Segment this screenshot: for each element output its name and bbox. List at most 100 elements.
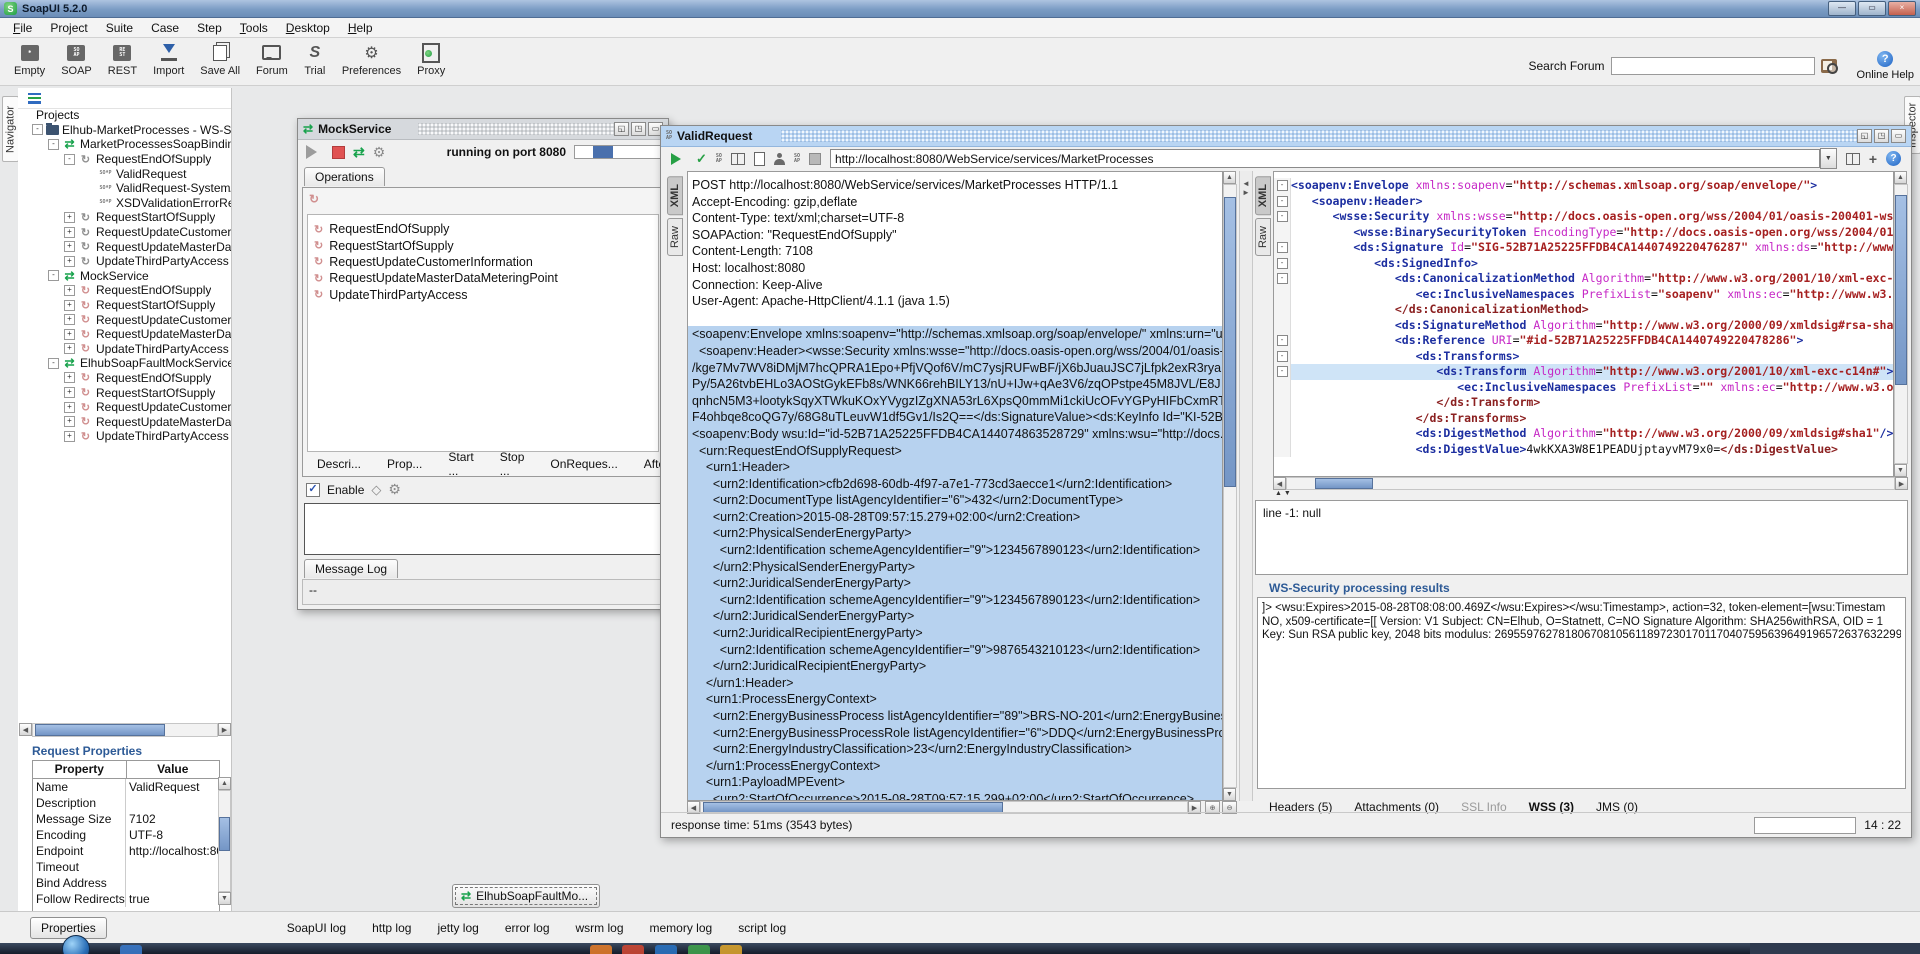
log-tab[interactable]: script log (738, 921, 786, 935)
toolbar-button[interactable]: Proxy (409, 41, 453, 79)
property-row[interactable]: Message Size 7102 (33, 811, 219, 827)
response-editor[interactable]: -<soapenv:Envelope xmlns:soapenv="http:/… (1273, 171, 1894, 477)
navigator-tab[interactable]: Navigator (2, 96, 19, 162)
tree-item[interactable]: ValidRequest-System/Securit (18, 181, 231, 196)
tree-expander[interactable]: + (64, 212, 75, 223)
taskbar-app-icon[interactable] (720, 945, 742, 954)
log-tab[interactable]: error log (505, 921, 550, 935)
toolbar-button[interactable]: RE ST REST (100, 41, 145, 79)
maximize-button[interactable]: ▭ (1858, 1, 1886, 16)
menu-item[interactable]: Suite (97, 19, 142, 37)
tree-item[interactable]: + RequestUpdateCustomerInformation (18, 225, 231, 240)
log-tab[interactable]: wsrm log (576, 921, 624, 935)
property-row[interactable]: Timeout (33, 859, 219, 875)
tree-expander[interactable]: + (64, 314, 75, 325)
toolbar-button[interactable]: Import (145, 41, 192, 79)
mock-maximize-icon[interactable]: ◳ (631, 122, 646, 136)
tree-item[interactable]: + RequestEndOfSupply (18, 283, 231, 298)
mockservice-titlebar[interactable]: ⇄ MockService ◱ ◳ ▭ (298, 119, 668, 140)
tree-expander[interactable]: + (64, 256, 75, 267)
tree-item[interactable]: Projects (18, 108, 231, 123)
toolbar-button[interactable]: S Trial (296, 41, 334, 79)
tree-item[interactable]: + UpdateThirdPartyAccess (18, 342, 231, 357)
operations-tab[interactable]: Operations (304, 167, 385, 186)
tree-expander[interactable]: + (64, 402, 75, 413)
vr-maximize-icon[interactable]: ◳ (1874, 129, 1889, 143)
error-nav-arrows[interactable]: ▲▼ (1275, 490, 1293, 497)
tree-expander[interactable]: + (64, 416, 75, 427)
tree-expander[interactable]: + (64, 300, 75, 311)
tree-expander[interactable]: + (64, 329, 75, 340)
soap-action-icon[interactable]: SO AP (716, 154, 722, 164)
endpoint-explorer-icon[interactable] (774, 153, 785, 165)
request-editor[interactable]: POST http://localhost:8080/WebService/se… (687, 171, 1223, 801)
message-log-tab[interactable]: Message Log (304, 559, 398, 578)
response-hscrollbar[interactable]: ◀ ▶ (1273, 477, 1908, 490)
split-view-icon[interactable] (731, 153, 745, 165)
tree-expander[interactable]: + (64, 372, 75, 383)
mock-stop-button[interactable] (332, 146, 345, 159)
menu-item[interactable]: File (4, 19, 41, 37)
tree-expander[interactable]: + (64, 285, 75, 296)
tree-item[interactable]: + RequestStartOfSupply (18, 210, 231, 225)
tree-item[interactable]: XSDValidationErrorRequest (18, 196, 231, 211)
mock-show-service-button[interactable]: ⇄ (353, 144, 365, 161)
tree-item[interactable]: + RequestUpdateCustomerInform (18, 400, 231, 415)
log-tab[interactable]: http log (372, 921, 411, 935)
value-column-header[interactable]: Value (127, 761, 220, 778)
response-xml-tab[interactable]: XML (1255, 176, 1271, 215)
mock-inspector-tab[interactable]: Stop ... (500, 450, 525, 478)
submit-request-button[interactable] (671, 153, 687, 165)
menu-item[interactable]: Project (41, 19, 96, 37)
create-document-icon[interactable] (754, 152, 765, 166)
operation-list-item[interactable]: RequestUpdateMasterDataMeteringPoint (308, 270, 658, 286)
mock-inspector-tab[interactable]: OnReques... (550, 457, 617, 471)
taskbar-app-icon[interactable] (120, 945, 142, 954)
enable-checkbox[interactable]: ✓ (306, 483, 320, 497)
properties-vscrollbar[interactable]: ▲ ▼ (218, 777, 231, 905)
tree-item[interactable]: - MockService (18, 269, 231, 284)
property-row[interactable]: Name ValidRequest (33, 779, 219, 795)
toolbar-button[interactable]: ✱ Empty (6, 41, 53, 79)
tree-expander[interactable]: - (48, 270, 59, 281)
tree-expander[interactable]: - (32, 124, 43, 135)
minimized-elhubsoapfault-button[interactable]: ⇄ ElhubSoapFaultMo... (452, 884, 600, 908)
toolbar-button[interactable]: ⚙ Preferences (334, 41, 409, 79)
taskbar-app-icon[interactable] (590, 945, 612, 954)
response-raw-tab[interactable]: Raw (1255, 218, 1271, 256)
soap-config-icon[interactable]: SO AP (794, 154, 800, 164)
resubmit-button[interactable]: ✓ (696, 151, 707, 167)
tabbed-layout-icon[interactable] (1846, 153, 1860, 165)
operation-list-item[interactable]: RequestStartOfSupply (308, 237, 658, 253)
tree-expander[interactable]: - (48, 139, 59, 150)
property-row[interactable]: Endpoint http://localhost:80... (33, 843, 219, 859)
mock-run-button[interactable] (306, 145, 324, 159)
endpoint-dropdown-icon[interactable]: ▼ (1820, 148, 1837, 169)
message-log-area[interactable]: -- (302, 579, 664, 605)
tree-item[interactable]: + UpdateThirdPartyAccess (18, 429, 231, 444)
endpoint-url-field[interactable]: http://localhost:8080/WebService/service… (830, 149, 1820, 168)
script-options-icon[interactable]: ⚙ (388, 481, 401, 498)
tree-item[interactable]: + RequestEndOfSupply (18, 371, 231, 386)
splitter-collapse-icons[interactable]: ◄► (1240, 179, 1252, 197)
mock-inspector-tab[interactable]: Prop... (387, 457, 422, 471)
wss-results-panel[interactable]: ]> <wsu:Expires>2015-08-28T08:08:00.469Z… (1257, 597, 1906, 789)
log-tab[interactable]: memory log (650, 921, 713, 935)
cancel-request-icon[interactable] (809, 153, 821, 165)
tree-hscrollbar[interactable]: ◀ ▶ (19, 723, 231, 737)
tree-view-mode-icon[interactable] (28, 93, 41, 104)
tree-item[interactable]: + RequestUpdateCustomerInform (18, 312, 231, 327)
tree-expander[interactable]: - (48, 358, 59, 369)
online-help-button[interactable]: ? Online Help (1857, 51, 1914, 81)
clear-script-icon[interactable]: ◇ (371, 482, 381, 498)
log-tab[interactable]: SoapUI log (287, 921, 346, 935)
request-help-icon[interactable]: ? (1886, 151, 1901, 166)
response-vscrollbar[interactable]: ▲ ▼ (1894, 171, 1908, 477)
tree-expander[interactable]: + (64, 387, 75, 398)
tree-item[interactable]: + RequestUpdateMasterDataMeter (18, 327, 231, 342)
tree-expander[interactable]: + (64, 431, 75, 442)
search-forum-input[interactable] (1611, 57, 1815, 75)
menu-item[interactable]: Step (188, 19, 231, 37)
menu-item[interactable]: Tools (231, 19, 277, 37)
tree-item[interactable]: - ElhubSoapFaultMockService (18, 356, 231, 371)
